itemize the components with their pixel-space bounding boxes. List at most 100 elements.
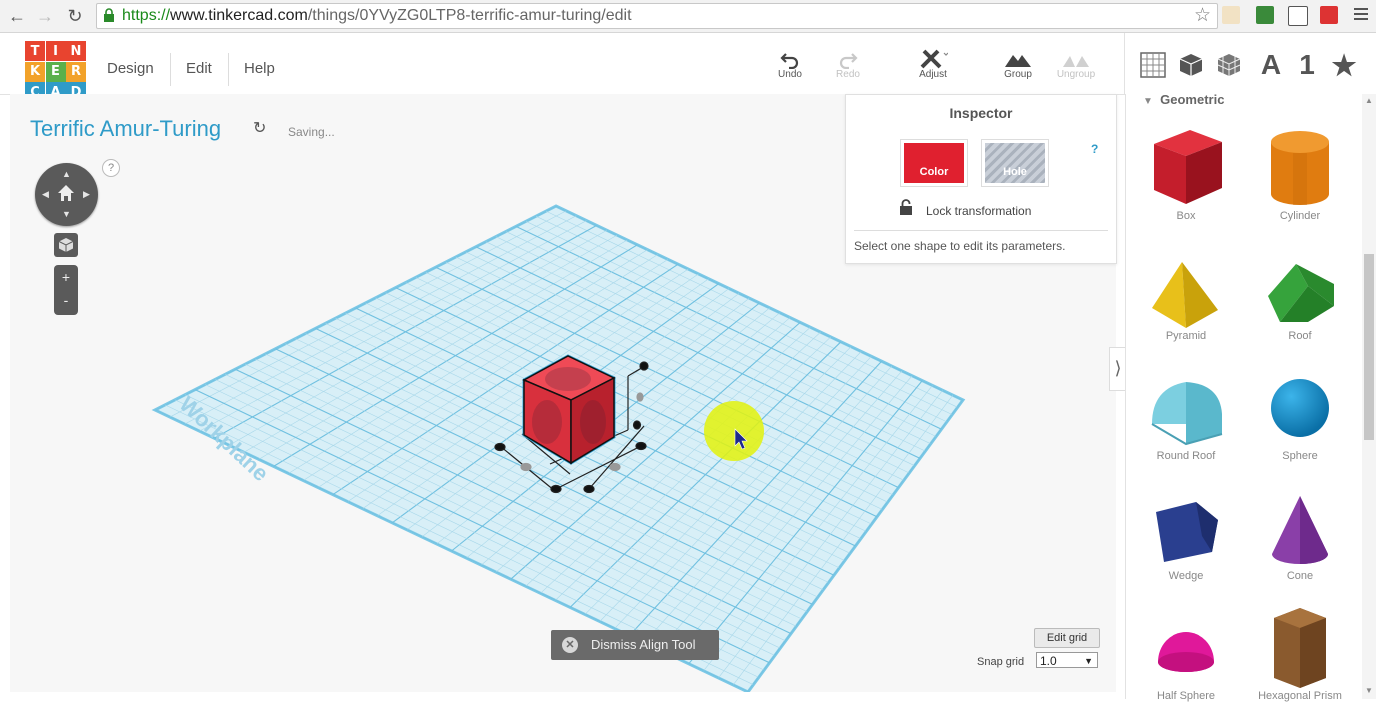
color-button[interactable]: Color <box>900 139 968 187</box>
edit-grid-button[interactable]: Edit grid <box>1034 628 1100 648</box>
dismiss-label: Dismiss Align Tool <box>591 637 696 652</box>
adjust-icon <box>920 49 948 69</box>
align-handle[interactable] <box>520 462 532 472</box>
shape-label: Box <box>1176 210 1196 222</box>
menu-design[interactable]: Design <box>92 33 169 94</box>
shape-label: Cylinder <box>1279 210 1321 222</box>
undo-label: Undo <box>778 69 802 80</box>
extension-icon-3[interactable] <box>1288 6 1308 26</box>
ungroup-button[interactable]: Ungroup <box>1051 47 1101 80</box>
logo-letter: R <box>66 61 86 82</box>
view-compass[interactable]: ▲ ▼ ◀ ▶ <box>35 163 98 226</box>
ungroup-label: Ungroup <box>1056 69 1096 80</box>
redo-label: Redo <box>836 69 860 80</box>
pan-left-icon[interactable]: ◀ <box>42 189 49 200</box>
tinkercad-logo[interactable]: TINKERCAD <box>25 41 86 102</box>
ungroup-icon <box>1063 56 1089 67</box>
shape-pyramid[interactable]: Pyramid <box>1131 244 1241 342</box>
number-tool-icon[interactable]: 1 <box>1293 49 1321 80</box>
address-bar[interactable]: https://www.tinkercad.com/things/0YVyZG0… <box>96 3 1218 29</box>
align-handle[interactable] <box>583 484 595 494</box>
group-button[interactable]: Group <box>993 47 1043 80</box>
hole-button[interactable]: Hole <box>981 139 1049 187</box>
shape-box[interactable]: Box <box>1131 124 1241 222</box>
logo-letter: I <box>45 41 66 61</box>
shape-cone[interactable]: Cone <box>1245 484 1355 582</box>
align-handle[interactable] <box>635 441 647 451</box>
undo-icon <box>780 53 799 69</box>
zoom-out-button[interactable]: - <box>54 292 78 308</box>
collapse-triangle-icon: ▼ <box>1143 96 1153 107</box>
adjust-label: Adjust <box>919 69 947 80</box>
shape-half-sphere[interactable]: Half Sphere <box>1131 604 1241 702</box>
logo-letter: E <box>45 61 66 82</box>
shape-label: Pyramid <box>1165 330 1207 342</box>
align-handle[interactable] <box>609 462 621 472</box>
snap-grid-select[interactable]: 1.0 ▼ <box>1036 652 1098 668</box>
view-cube-button[interactable] <box>54 233 78 257</box>
text-tool-icon[interactable]: A <box>1257 49 1285 80</box>
extension-icon-4[interactable] <box>1320 6 1338 24</box>
inspector-help-icon[interactable]: ? <box>1091 142 1098 156</box>
scrollbar-thumb[interactable] <box>1364 254 1374 440</box>
pyramid-icon <box>1152 262 1218 328</box>
align-handle[interactable] <box>636 392 644 402</box>
shape-category-header[interactable]: ▼ Geometric <box>1143 92 1224 107</box>
color-label: Color <box>919 166 949 178</box>
shapes-panel: ▼ Geometric Box Cylinder Pyramid Roof Ro… <box>1125 92 1376 702</box>
back-icon[interactable]: ← <box>5 4 29 28</box>
forward-icon[interactable]: → <box>33 4 57 28</box>
inspector-message: Select one shape to edit its parameters. <box>854 239 1066 253</box>
hexagonal-prism-icon <box>1274 608 1326 688</box>
extension-icon-1[interactable] <box>1222 6 1240 24</box>
shape-round-roof[interactable]: Round Roof <box>1131 364 1241 462</box>
chevron-down-icon: ▼ <box>1084 656 1093 666</box>
lock-transformation-toggle[interactable]: Lock transformation <box>900 199 1031 218</box>
scroll-up-icon[interactable]: ▲ <box>1365 96 1373 105</box>
align-handle[interactable] <box>632 420 642 430</box>
cursor-highlight <box>704 401 764 461</box>
divider <box>854 230 1108 231</box>
menu-help[interactable]: Help <box>229 33 290 94</box>
undo-button[interactable]: Undo <box>765 47 815 80</box>
align-handle[interactable] <box>550 484 562 494</box>
home-icon[interactable] <box>57 184 75 202</box>
browser-menu-icon[interactable] <box>1354 8 1368 23</box>
align-handle[interactable] <box>494 442 506 452</box>
extension-icon-2[interactable] <box>1256 6 1274 24</box>
shape-roof[interactable]: Roof <box>1245 244 1355 342</box>
solid-cube-icon[interactable] <box>1177 51 1205 79</box>
url-host: www.tinkercad.com <box>170 7 308 24</box>
redo-icon <box>839 53 858 69</box>
align-handle[interactable] <box>639 361 649 371</box>
shape-wedge[interactable]: Wedge <box>1131 484 1241 582</box>
shapes-scrollbar[interactable]: ▲ ▼ <box>1362 94 1376 699</box>
logo-letter: T <box>25 41 45 61</box>
shape-label: Wedge <box>1168 570 1204 582</box>
dismiss-align-tool-button[interactable]: ✕ Dismiss Align Tool <box>551 630 719 660</box>
bookmark-star-icon[interactable]: ☆ <box>1194 4 1211 28</box>
reload-icon[interactable]: ↻ <box>63 4 87 28</box>
sync-icon[interactable]: ↻ <box>253 118 266 138</box>
favorites-star-icon[interactable]: ★ <box>1330 50 1358 81</box>
snap-grid-label: Snap grid <box>977 656 1025 668</box>
shape-cylinder[interactable]: Cylinder <box>1245 124 1355 222</box>
shape-hexagonal-prism[interactable]: Hexagonal Prism <box>1245 604 1355 702</box>
sphere-icon <box>1271 379 1329 437</box>
pan-right-icon[interactable]: ▶ <box>83 189 90 200</box>
pan-down-icon[interactable]: ▼ <box>62 209 71 219</box>
menu-edit[interactable]: Edit <box>171 33 227 94</box>
shape-sphere[interactable]: Sphere <box>1245 364 1355 462</box>
pan-up-icon[interactable]: ▲ <box>62 169 71 179</box>
zoom-in-button[interactable]: + <box>54 269 78 285</box>
wireframe-cube-icon[interactable] <box>1215 51 1243 79</box>
grid-view-icon[interactable] <box>1139 51 1167 79</box>
adjust-button[interactable]: Adjust <box>908 47 958 80</box>
navigation-help-icon[interactable]: ? <box>102 159 120 177</box>
shape-label: Round Roof <box>1156 450 1216 462</box>
document-title[interactable]: Terrific Amur-Turing <box>30 116 221 142</box>
redo-button[interactable]: Redo <box>823 47 873 80</box>
logo-letter: N <box>66 41 86 61</box>
scroll-down-icon[interactable]: ▼ <box>1365 686 1373 695</box>
lock-icon <box>104 8 114 22</box>
